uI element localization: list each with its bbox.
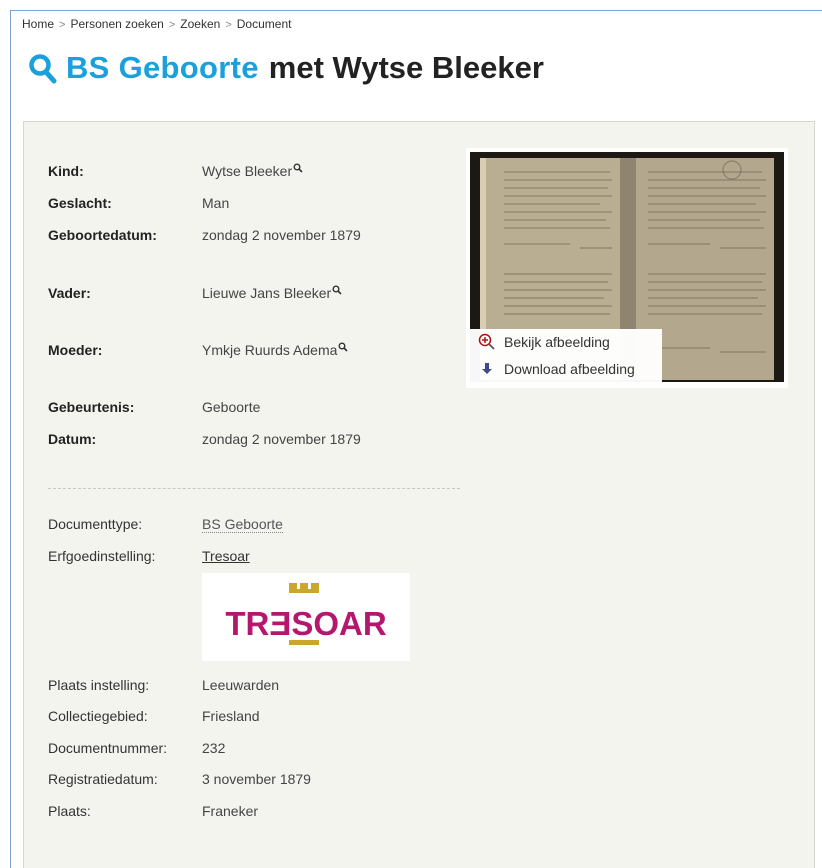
breadcrumb-separator: > xyxy=(225,19,232,31)
breadcrumb-home[interactable]: Home xyxy=(22,17,54,31)
label-geslacht: Geslacht: xyxy=(48,195,112,211)
value-collectiegebied: Friesland xyxy=(202,708,260,724)
breadcrumb-document: Document xyxy=(236,17,292,31)
download-image-label: Download afbeelding xyxy=(504,361,635,377)
vader-name[interactable]: Lieuwe Jans Bleeker xyxy=(202,285,331,301)
kind-name[interactable]: Wytse Bleeker xyxy=(202,163,292,179)
tresoar-logo[interactable]: TRƎSOAR xyxy=(202,573,410,661)
view-image-button[interactable]: Bekijk afbeelding xyxy=(478,333,610,351)
download-image-button[interactable]: Download afbeelding xyxy=(478,360,635,378)
label-moeder: Moeder: xyxy=(48,342,103,358)
label-registratiedatum: Registratiedatum: xyxy=(48,771,158,787)
title-record-type: BS Geboorte xyxy=(66,50,259,85)
label-datum: Datum: xyxy=(48,431,97,447)
label-collectiegebied: Collectiegebied: xyxy=(48,708,148,724)
value-datum: zondag 2 november 1879 xyxy=(202,431,361,447)
value-kind: Wytse Bleeker xyxy=(202,163,303,179)
value-erfgoedinstelling: Tresoar xyxy=(202,548,250,564)
download-arrow-icon xyxy=(482,363,492,374)
value-documentnummer: 232 xyxy=(202,740,226,756)
title-person: met Wytse Bleeker xyxy=(268,50,544,85)
search-person-icon[interactable] xyxy=(338,342,348,352)
label-kind: Kind: xyxy=(48,163,84,179)
documenttype-link[interactable]: BS Geboorte xyxy=(202,516,283,533)
value-gebeurtenis: Geboorte xyxy=(202,399,261,415)
search-icon xyxy=(29,54,57,84)
label-plaats: Plaats: xyxy=(48,803,91,819)
label-vader: Vader: xyxy=(48,285,91,301)
breadcrumb: Home > Personen zoeken > Zoeken > Document xyxy=(22,17,291,31)
breadcrumb-zoeken[interactable]: Zoeken xyxy=(180,17,220,31)
tresoar-logo-mark: TRƎSOAR xyxy=(225,583,387,645)
label-documentnummer: Documentnummer: xyxy=(48,740,168,756)
moeder-name[interactable]: Ymkje Ruurds Adema xyxy=(202,342,337,358)
label-erfgoedinstelling: Erfgoedinstelling: xyxy=(48,548,156,564)
value-geslacht: Man xyxy=(202,195,230,211)
label-documenttype: Documenttype: xyxy=(48,516,143,532)
breadcrumb-separator: > xyxy=(168,19,176,31)
value-moeder: Ymkje Ruurds Adema xyxy=(202,342,348,358)
breadcrumb-separator: > xyxy=(59,19,66,31)
value-documenttype: BS Geboorte xyxy=(202,516,283,533)
value-geboortedatum: zondag 2 november 1879 xyxy=(202,227,361,243)
search-person-icon[interactable] xyxy=(332,285,342,295)
image-actions: Bekijk afbeelding Download afbeelding xyxy=(466,329,662,383)
zoom-in-icon xyxy=(478,333,495,350)
section-divider xyxy=(48,488,460,489)
view-image-label: Bekijk afbeelding xyxy=(504,334,610,350)
search-person-icon[interactable] xyxy=(293,163,303,173)
value-vader: Lieuwe Jans Bleeker xyxy=(202,285,342,301)
value-registratiedatum: 3 november 1879 xyxy=(202,771,311,787)
label-gebeurtenis: Gebeurtenis: xyxy=(48,399,135,415)
breadcrumb-personen-zoeken[interactable]: Personen zoeken xyxy=(70,17,163,31)
page-title: BS Geboorte met Wytse Bleeker xyxy=(28,50,544,86)
label-plaats-instelling: Plaats instelling: xyxy=(48,677,150,693)
value-plaats: Franeker xyxy=(202,803,259,819)
label-geboortedatum: Geboortedatum: xyxy=(48,227,157,243)
tresoar-link[interactable]: Tresoar xyxy=(202,548,250,564)
tresoar-logo-text: TRƎSOAR xyxy=(225,605,387,642)
value-plaats-instelling: Leeuwarden xyxy=(202,677,280,693)
